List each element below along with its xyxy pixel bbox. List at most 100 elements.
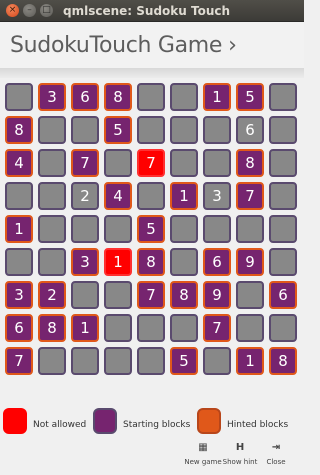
sudoku-cell-r4-c2[interactable] — [38, 182, 66, 210]
sudoku-cell-r1-c5[interactable] — [137, 83, 165, 111]
sudoku-cell-r1-c6[interactable] — [170, 83, 198, 111]
sudoku-cell-r3-c7[interactable] — [203, 149, 231, 177]
window-maximize-button[interactable]: □ — [40, 4, 53, 17]
sudoku-cell-r2-c4[interactable]: 5 — [104, 116, 132, 144]
sudoku-cell-r9-c2[interactable] — [38, 347, 66, 375]
sudoku-cell-r6-c7[interactable]: 6 — [203, 248, 231, 276]
sudoku-cell-r7-c2[interactable]: 2 — [38, 281, 66, 309]
sudoku-cell-r5-c7[interactable] — [203, 215, 231, 243]
sudoku-cell-r7-c5[interactable]: 7 — [137, 281, 165, 309]
window-close-button[interactable]: × — [6, 4, 19, 17]
sudoku-cell-r4-c1[interactable] — [5, 182, 33, 210]
sudoku-cell-r8-c7[interactable]: 7 — [203, 314, 231, 342]
sudoku-cell-r6-c9[interactable] — [269, 248, 297, 276]
sudoku-cell-r5-c6[interactable] — [170, 215, 198, 243]
sudoku-cell-r7-c9[interactable]: 6 — [269, 281, 297, 309]
sudoku-cell-r3-c6[interactable] — [170, 149, 198, 177]
legend-label-not-allowed: Not allowed — [33, 420, 87, 430]
sudoku-cell-r2-c6[interactable] — [170, 116, 198, 144]
sudoku-cell-r5-c4[interactable] — [104, 215, 132, 243]
close-icon: × — [8, 5, 17, 15]
sudoku-cell-r4-c8[interactable]: 7 — [236, 182, 264, 210]
sudoku-cell-r5-c5[interactable]: 5 — [137, 215, 165, 243]
sudoku-cell-r6-c1[interactable] — [5, 248, 33, 276]
sudoku-cell-r9-c9[interactable]: 8 — [269, 347, 297, 375]
sudoku-cell-r2-c7[interactable] — [203, 116, 231, 144]
sudoku-cell-r5-c9[interactable] — [269, 215, 297, 243]
sudoku-cell-r2-c2[interactable] — [38, 116, 66, 144]
sudoku-cell-r1-c7[interactable]: 1 — [203, 83, 231, 111]
sudoku-cell-r3-c8[interactable]: 8 — [236, 149, 264, 177]
window-title: qmlscene: Sudoku Touch — [63, 3, 231, 18]
sudoku-cell-r9-c4[interactable] — [104, 347, 132, 375]
sudoku-cell-r8-c6[interactable] — [170, 314, 198, 342]
sudoku-cell-r4-c3[interactable]: 2 — [71, 182, 99, 210]
sudoku-cell-r4-c9[interactable] — [269, 182, 297, 210]
sudoku-cell-r9-c3[interactable] — [71, 347, 99, 375]
sudoku-cell-r6-c8[interactable]: 9 — [236, 248, 264, 276]
legend-swatch-starting — [93, 408, 117, 434]
sudoku-cell-r9-c7[interactable] — [203, 347, 231, 375]
sudoku-cell-r8-c2[interactable]: 8 — [38, 314, 66, 342]
sudoku-cell-r1-c2[interactable]: 3 — [38, 83, 66, 111]
sudoku-cell-r7-c7[interactable]: 9 — [203, 281, 231, 309]
sudoku-cell-r2-c9[interactable] — [269, 116, 297, 144]
sudoku-cell-r1-c4[interactable]: 8 — [104, 83, 132, 111]
sudoku-cell-r3-c4[interactable] — [104, 149, 132, 177]
sudoku-cell-r7-c8[interactable] — [236, 281, 264, 309]
exit-icon: ⇥ — [271, 441, 281, 453]
sudoku-cell-r7-c3[interactable] — [71, 281, 99, 309]
sudoku-cell-r2-c8[interactable]: 6 — [236, 116, 264, 144]
sudoku-cell-r9-c1[interactable]: 7 — [5, 347, 33, 375]
page-title: SudokuTouch Game — [10, 32, 223, 58]
sudoku-cell-r2-c5[interactable] — [137, 116, 165, 144]
sudoku-cell-r2-c1[interactable]: 8 — [5, 116, 33, 144]
legend-swatch-hinted — [197, 408, 221, 434]
sudoku-cell-r7-c4[interactable] — [104, 281, 132, 309]
sudoku-cell-r5-c2[interactable] — [38, 215, 66, 243]
sudoku-cell-r6-c2[interactable] — [38, 248, 66, 276]
new-game-button[interactable]: ▦ New game — [184, 438, 221, 475]
sudoku-cell-r9-c5[interactable] — [137, 347, 165, 375]
legend: Not allowed Starting blocks Hinted block… — [0, 408, 304, 438]
sudoku-cell-r9-c6[interactable]: 5 — [170, 347, 198, 375]
minimize-icon: – — [27, 5, 32, 15]
show-hint-button[interactable]: H Show hint — [222, 438, 258, 475]
sudoku-cell-r2-c3[interactable] — [71, 116, 99, 144]
sudoku-cell-r3-c9[interactable] — [269, 149, 297, 177]
sudoku-cell-r8-c3[interactable]: 1 — [71, 314, 99, 342]
sudoku-cell-r3-c5[interactable]: 7 — [137, 149, 165, 177]
window-minimize-button[interactable]: – — [23, 4, 36, 17]
sudoku-cell-r5-c1[interactable]: 1 — [5, 215, 33, 243]
sudoku-cell-r4-c4[interactable]: 4 — [104, 182, 132, 210]
sudoku-cell-r6-c6[interactable] — [170, 248, 198, 276]
sudoku-cell-r8-c9[interactable] — [269, 314, 297, 342]
sudoku-cell-r6-c5[interactable]: 8 — [137, 248, 165, 276]
close-button[interactable]: ⇥ Close — [264, 438, 288, 475]
sudoku-cell-r8-c4[interactable] — [104, 314, 132, 342]
sudoku-cell-r3-c1[interactable]: 4 — [5, 149, 33, 177]
sudoku-cell-r5-c3[interactable] — [71, 215, 99, 243]
sudoku-cell-r9-c8[interactable]: 1 — [236, 347, 264, 375]
sudoku-cell-r8-c5[interactable] — [137, 314, 165, 342]
sudoku-cell-r1-c8[interactable]: 5 — [236, 83, 264, 111]
sudoku-cell-r3-c2[interactable] — [38, 149, 66, 177]
sudoku-cell-r8-c1[interactable]: 6 — [5, 314, 33, 342]
sudoku-cell-r3-c3[interactable]: 7 — [71, 149, 99, 177]
sudoku-cell-r6-c4[interactable]: 1 — [104, 248, 132, 276]
sudoku-cell-r7-c6[interactable]: 8 — [170, 281, 198, 309]
legend-swatch-not-allowed — [3, 408, 27, 434]
sudoku-cell-r1-c1[interactable] — [5, 83, 33, 111]
hint-icon: H — [235, 441, 245, 453]
sudoku-cell-r8-c8[interactable] — [236, 314, 264, 342]
sudoku-cell-r6-c3[interactable]: 3 — [71, 248, 99, 276]
sudoku-cell-r4-c6[interactable]: 1 — [170, 182, 198, 210]
sudoku-cell-r1-c3[interactable]: 6 — [71, 83, 99, 111]
chevron-right-icon[interactable]: › — [228, 33, 237, 58]
sudoku-cell-r4-c5[interactable] — [137, 182, 165, 210]
sudoku-board: 36815856477824137153186932789668177518 — [5, 83, 301, 375]
sudoku-cell-r5-c8[interactable] — [236, 215, 264, 243]
sudoku-cell-r7-c1[interactable]: 3 — [5, 281, 33, 309]
sudoku-cell-r4-c7[interactable]: 3 — [203, 182, 231, 210]
sudoku-cell-r1-c9[interactable] — [269, 83, 297, 111]
